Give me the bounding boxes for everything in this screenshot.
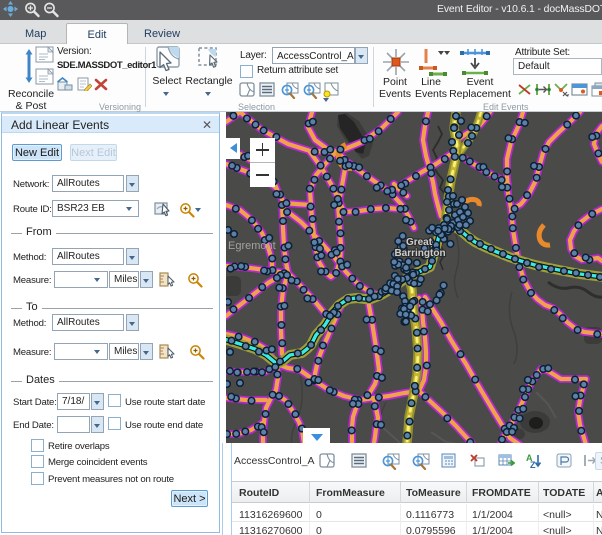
svg-text:Barrington: Barrington bbox=[394, 248, 445, 259]
svg-text:Egremont: Egremont bbox=[228, 240, 276, 252]
svg-text:Great: Great bbox=[406, 237, 433, 248]
svg-text:Z: Z bbox=[530, 460, 536, 469]
